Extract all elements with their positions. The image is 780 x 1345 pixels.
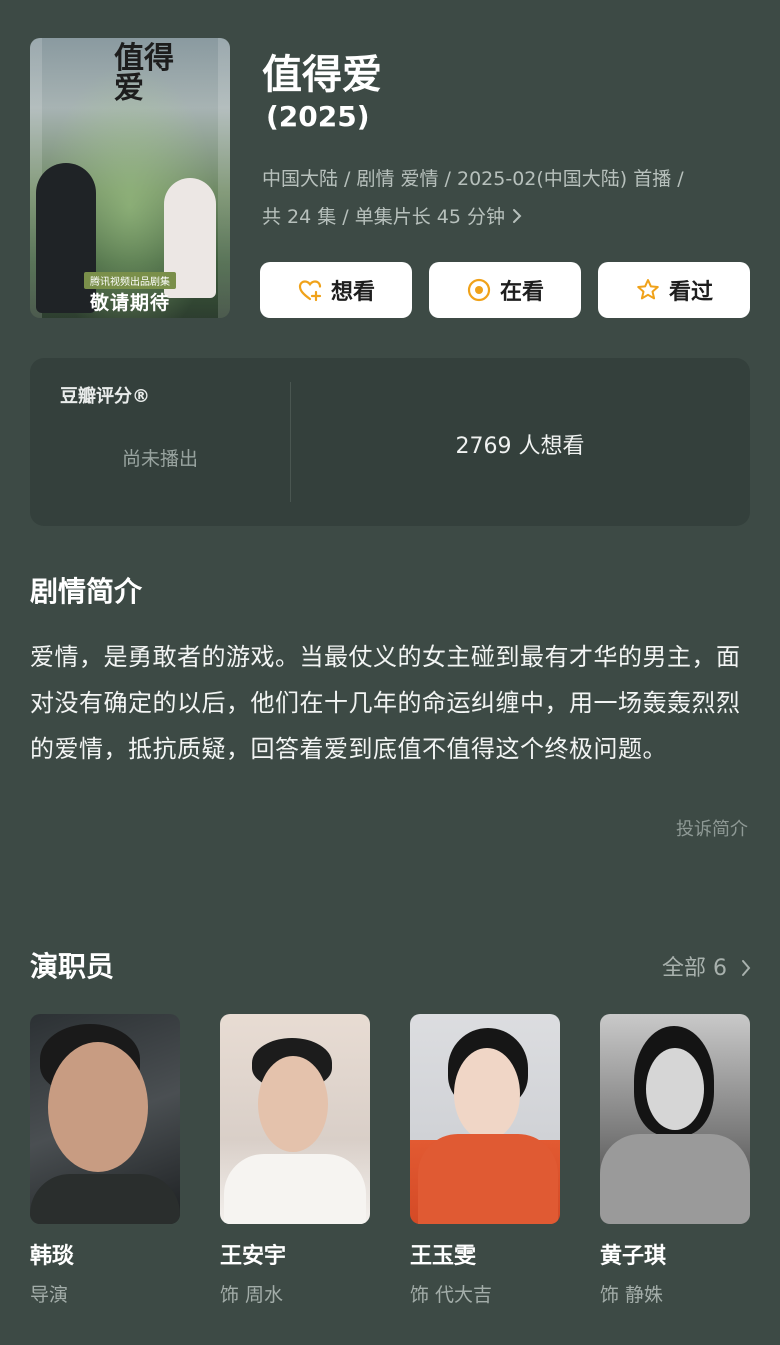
cast-member-card[interactable]: 黄子琪 饰 静姝 <box>600 1014 750 1307</box>
meta-line-1: 中国大陆 / 剧情 爱情 / 2025-02(中国大陆) 首播 / <box>262 168 684 190</box>
chevron-right-icon <box>511 198 523 236</box>
meta-info[interactable]: 中国大陆 / 剧情 爱情 / 2025-02(中国大陆) 首播 / 共 24 集… <box>262 160 762 236</box>
meta-line-2: 共 24 集 / 单集片长 45 分钟 <box>262 198 762 236</box>
cast-role: 导演 <box>30 1284 69 1306</box>
watched-label: 看过 <box>668 280 713 305</box>
cast-member-card[interactable]: 王安宇 饰 周水 <box>220 1014 370 1307</box>
synopsis-text: 爱情，是勇敢者的游戏。当最仗义的女主碰到最有才华的男主，面对没有确定的以后，他们… <box>30 643 741 763</box>
rating-card[interactable]: 豆瓣评分® 尚未播出 2769 人想看 <box>30 358 750 526</box>
target-circle-icon <box>466 277 492 303</box>
movie-detail-page: 值得爱 腾讯视频出品剧集 敬请期待 值得爱 (2025) 中国大陆 / 剧情 爱… <box>0 0 780 1345</box>
poster-tagline: 敬请期待 <box>89 292 170 314</box>
watched-button[interactable]: 看过 <box>598 262 750 318</box>
star-outline-icon <box>635 277 661 303</box>
poster-image[interactable]: 值得爱 腾讯视频出品剧集 敬请期待 <box>30 38 230 318</box>
cast-role: 饰 代大吉 <box>410 1284 493 1306</box>
meta-line-2-text: 共 24 集 / 单集片长 45 分钟 <box>262 206 505 228</box>
cast-name: 王玉雯 <box>410 1244 477 1269</box>
cast-role: 饰 静姝 <box>600 1284 664 1306</box>
rating-status: 尚未播出 <box>121 448 198 470</box>
cast-role: 饰 周水 <box>220 1284 284 1306</box>
cast-heading: 演职员 <box>30 950 115 983</box>
cast-name: 王安宇 <box>220 1244 287 1269</box>
chevron-right-icon <box>733 956 752 981</box>
cast-photo <box>220 1014 370 1224</box>
cast-photo <box>600 1014 750 1224</box>
heart-plus-icon <box>297 277 323 303</box>
cast-view-all-label: 全部 6 <box>662 956 727 981</box>
synopsis-heading: 剧情简介 <box>30 575 143 608</box>
poster-title-art: 值得爱 <box>114 41 174 106</box>
cast-photo <box>30 1014 180 1224</box>
watching-label: 在看 <box>499 280 544 305</box>
poster-studio-label: 腾讯视频出品剧集 <box>84 272 176 289</box>
cast-name: 黄子琪 <box>600 1244 667 1269</box>
want-count: 2769 人想看 <box>455 434 585 459</box>
cast-name: 韩琰 <box>30 1244 75 1269</box>
cast-view-all-link[interactable]: 全部 6 <box>662 950 752 982</box>
report-synopsis-link[interactable]: 投诉简介 <box>676 815 748 841</box>
rating-label: 豆瓣评分® <box>60 386 150 407</box>
watching-button[interactable]: 在看 <box>429 262 581 318</box>
release-year: (2025) <box>266 100 370 133</box>
cast-member-card[interactable]: 王玉雯 饰 代大吉 <box>410 1014 560 1307</box>
cast-photo <box>410 1014 560 1224</box>
page-title: 值得爱 <box>262 52 382 98</box>
want-to-watch-label: 想看 <box>330 280 375 305</box>
cast-member-card[interactable]: 韩琰 导演 <box>30 1014 180 1307</box>
want-to-watch-button[interactable]: 想看 <box>260 262 412 318</box>
